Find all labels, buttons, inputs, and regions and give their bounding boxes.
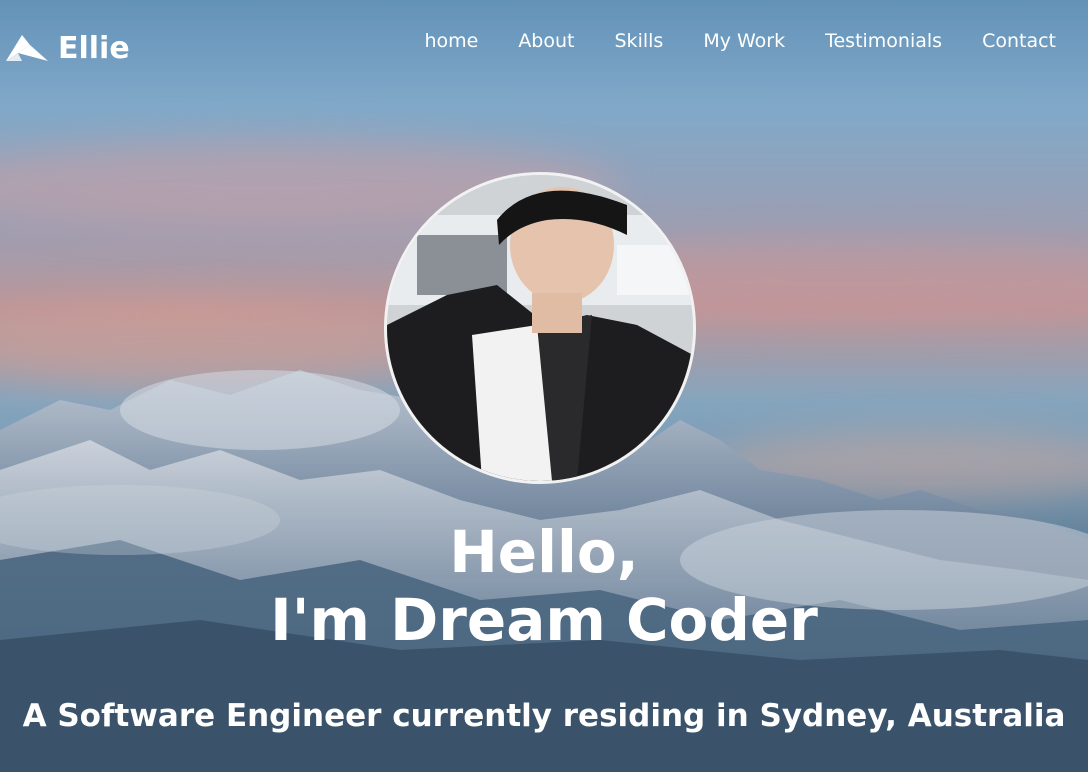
profile-photo [387, 175, 693, 481]
nav-link-contact[interactable]: Contact [982, 30, 1056, 52]
nav-link-about[interactable]: About [518, 30, 574, 52]
nav-link-skills[interactable]: Skills [615, 30, 664, 52]
hero-greeting-line1: Hello, [449, 518, 639, 586]
hero-greeting-line2: I'm Dream Coder [270, 586, 818, 654]
brand-logo[interactable]: Ellie [4, 26, 130, 70]
profile-avatar [384, 172, 696, 484]
nav-link-my-work[interactable]: My Work [703, 30, 785, 52]
hero-heading: Hello, I'm Dream Coder [0, 518, 1088, 654]
hero-tagline: A Software Engineer currently residing i… [22, 698, 1066, 734]
top-navbar: Ellie home About Skills My Work Testimon… [0, 0, 1088, 95]
brand-name: Ellie [58, 30, 130, 66]
paper-plane-icon [6, 35, 48, 61]
nav-link-home[interactable]: home [424, 30, 478, 52]
nav-menu: home About Skills My Work Testimonials C… [424, 30, 1056, 52]
nav-link-testimonials[interactable]: Testimonials [825, 30, 942, 52]
